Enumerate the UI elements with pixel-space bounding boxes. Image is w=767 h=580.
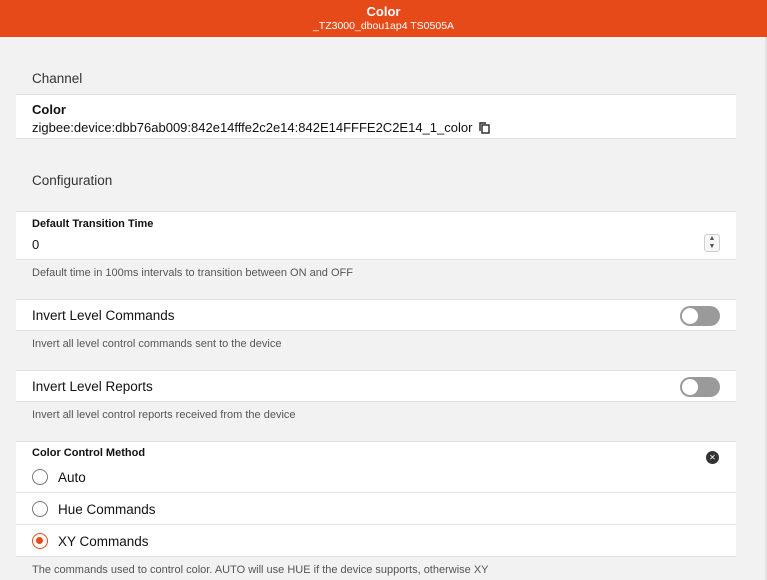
color-control-method-label: Color Control Method (32, 447, 146, 459)
stepper-down-icon[interactable]: ▼ (705, 243, 719, 251)
transition-time-input[interactable]: 0 (32, 237, 39, 252)
invert-level-commands-help: Invert all level control commands sent t… (32, 338, 282, 350)
divider (16, 524, 736, 525)
radio-auto[interactable] (32, 469, 48, 485)
toggle-knob (682, 308, 698, 324)
divider (16, 492, 736, 493)
channel-card: Color zigbee:device:dbb76ab009:842e14fff… (16, 94, 736, 139)
invert-level-commands-row[interactable]: Invert Level Commands (16, 299, 736, 331)
stepper-up-icon[interactable]: ▲ (705, 235, 719, 243)
section-title-configuration: Configuration (32, 173, 113, 188)
transition-time-field[interactable]: Default Transition Time 0 ▲ ▼ (16, 211, 736, 260)
invert-level-commands-label: Invert Level Commands (32, 308, 175, 323)
channel-uid-text: zigbee:device:dbb76ab009:842e14fffe2c2e1… (32, 120, 473, 135)
radio-xy-commands[interactable] (32, 533, 48, 549)
invert-level-reports-label: Invert Level Reports (32, 379, 153, 394)
invert-level-commands-toggle[interactable] (680, 306, 720, 326)
radio-hue-commands[interactable] (32, 501, 48, 517)
transition-time-stepper[interactable]: ▲ ▼ (704, 234, 720, 252)
transition-time-label: Default Transition Time (32, 218, 154, 230)
invert-level-reports-help: Invert all level control reports receive… (32, 409, 296, 421)
toggle-knob (682, 379, 698, 395)
invert-level-reports-row[interactable]: Invert Level Reports (16, 370, 736, 402)
section-title-channel: Channel (32, 71, 83, 86)
radio-auto-label[interactable]: Auto (58, 470, 86, 485)
page-subtitle: _TZ3000_dbou1ap4 TS0505A (312, 20, 455, 32)
radio-xy-commands-label[interactable]: XY Commands (58, 534, 149, 549)
channel-uid: zigbee:device:dbb76ab009:842e14fffe2c2e1… (32, 120, 490, 135)
clear-glyph: ✕ (709, 453, 716, 462)
invert-level-reports-toggle[interactable] (680, 377, 720, 397)
page-title: Color (366, 4, 401, 19)
color-control-method-group: Color Control Method ✕ Auto Hue Commands… (16, 441, 736, 557)
copy-icon[interactable] (479, 122, 490, 134)
clear-circle-icon[interactable]: ✕ (706, 451, 719, 464)
transition-time-help: Default time in 100ms intervals to trans… (32, 267, 353, 279)
radio-hue-commands-label[interactable]: Hue Commands (58, 502, 156, 517)
color-control-method-help: The commands used to control color. AUTO… (32, 564, 489, 576)
title-bar: Color _TZ3000_dbou1ap4 TS0505A (0, 0, 767, 37)
channel-name: Color (32, 102, 66, 117)
